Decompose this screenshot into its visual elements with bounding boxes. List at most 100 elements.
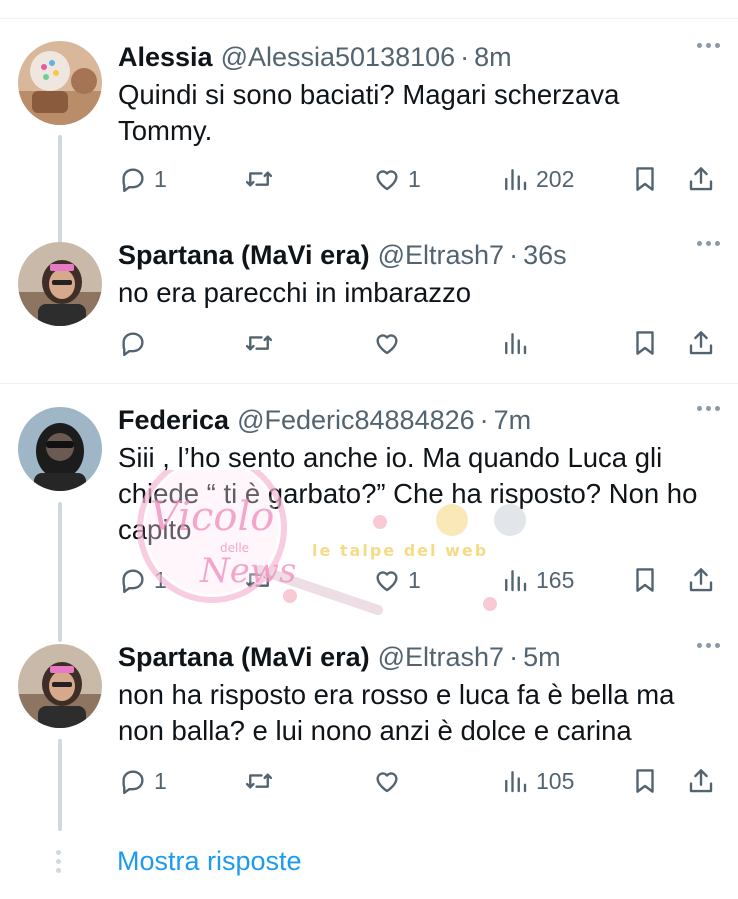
views-icon xyxy=(505,333,527,355)
bookmark-button[interactable] xyxy=(630,560,660,600)
author-handle[interactable]: @Eltrash7 xyxy=(378,240,504,271)
bookmark-button[interactable] xyxy=(630,323,660,363)
views-count: 105 xyxy=(536,767,575,794)
author-handle[interactable]: @Eltrash7 xyxy=(378,642,504,673)
share-icon xyxy=(689,331,713,355)
more-icon[interactable] xyxy=(697,241,720,246)
bookmark-icon xyxy=(636,769,654,793)
views-button[interactable]: 202 xyxy=(500,159,574,199)
retweet-icon xyxy=(245,572,273,588)
action-bar: 1 105 xyxy=(118,761,718,801)
thread-divider xyxy=(0,383,738,384)
author-name[interactable]: Spartana (MaVi era) xyxy=(118,642,370,673)
separator: · xyxy=(479,404,489,435)
separator: · xyxy=(460,41,470,72)
tweet-text: Quindi si sono baciati? Magari scherzava… xyxy=(118,79,620,146)
reply-button[interactable]: 1 xyxy=(118,761,167,801)
share-button[interactable] xyxy=(686,159,716,199)
share-icon xyxy=(689,167,713,191)
like-icon xyxy=(376,772,398,793)
like-count: 1 xyxy=(408,566,421,593)
reply-count: 1 xyxy=(154,767,167,794)
like-count: 1 xyxy=(408,165,421,192)
federica-avatar-image xyxy=(18,407,102,491)
retweet-button[interactable] xyxy=(244,560,280,600)
top-divider xyxy=(0,18,738,19)
bookmark-button[interactable] xyxy=(630,159,660,199)
alessia-avatar-image xyxy=(18,41,102,125)
views-count: 202 xyxy=(536,165,575,192)
reply-icon xyxy=(122,168,144,193)
tweet-header: Spartana (MaVi era) @Eltrash7 · 36s xyxy=(118,239,567,271)
retweet-icon xyxy=(245,335,273,351)
like-button[interactable]: 1 xyxy=(372,159,421,199)
views-button[interactable] xyxy=(500,323,536,363)
spartana-avatar-image xyxy=(18,242,102,326)
retweet-icon xyxy=(245,773,273,789)
retweet-button[interactable] xyxy=(244,159,280,199)
reply-count: 1 xyxy=(154,165,167,192)
timestamp[interactable]: 36s xyxy=(523,240,567,271)
timestamp[interactable]: 8m xyxy=(474,42,512,73)
avatar[interactable] xyxy=(18,41,102,125)
reply-button[interactable]: 1 xyxy=(118,560,167,600)
like-button[interactable]: 1 xyxy=(372,560,421,600)
retweet-button[interactable] xyxy=(244,761,280,801)
tweet-header: Federica @Federic84884826 · 7m xyxy=(118,404,531,436)
tweet-text: Siii , l’ho sento anche io. Ma quando Lu… xyxy=(118,442,698,545)
reply-icon xyxy=(122,332,144,357)
timestamp[interactable]: 7m xyxy=(494,405,532,436)
like-button[interactable] xyxy=(372,323,408,363)
share-button[interactable] xyxy=(686,560,716,600)
like-icon xyxy=(376,334,398,355)
tweet-text: non ha risposto era rosso e luca fa è be… xyxy=(118,679,675,746)
views-button[interactable]: 165 xyxy=(500,560,574,600)
retweet-button[interactable] xyxy=(244,323,280,363)
tweet-text: no era parecchi in imbarazzo xyxy=(118,277,472,308)
retweet-icon xyxy=(245,171,273,187)
author-handle[interactable]: @Alessia50138106 xyxy=(221,42,456,73)
avatar[interactable] xyxy=(18,644,102,728)
show-replies-row[interactable]: Mostra risposte xyxy=(0,836,738,888)
separator: · xyxy=(509,239,519,270)
author-name[interactable]: Alessia xyxy=(118,42,213,73)
separator: · xyxy=(509,641,519,672)
show-replies-link[interactable]: Mostra risposte xyxy=(117,846,302,877)
reply-button[interactable] xyxy=(118,323,154,363)
reply-button[interactable]: 1 xyxy=(118,159,167,199)
bookmark-icon xyxy=(636,167,654,191)
spartana-avatar-image xyxy=(18,644,102,728)
views-icon xyxy=(505,570,527,592)
avatar[interactable] xyxy=(18,242,102,326)
share-button[interactable] xyxy=(686,323,716,363)
more-icon[interactable] xyxy=(697,406,720,411)
like-icon xyxy=(376,571,398,592)
author-name[interactable]: Spartana (MaVi era) xyxy=(118,240,370,271)
bookmark-button[interactable] xyxy=(630,761,660,801)
views-count: 165 xyxy=(536,566,575,593)
like-icon xyxy=(376,170,398,191)
thread-line xyxy=(58,502,62,642)
more-icon[interactable] xyxy=(697,643,720,648)
reply-icon xyxy=(122,770,144,795)
share-icon xyxy=(689,769,713,793)
bookmark-icon xyxy=(636,568,654,592)
action-bar xyxy=(118,323,718,363)
author-handle[interactable]: @Federic84884826 xyxy=(237,405,475,436)
share-icon xyxy=(689,568,713,592)
like-button[interactable] xyxy=(372,761,408,801)
avatar[interactable] xyxy=(18,407,102,491)
views-icon xyxy=(505,169,527,191)
action-bar: 1 1 165 xyxy=(118,560,718,600)
views-button[interactable]: 105 xyxy=(500,761,574,801)
tweet-header: Alessia @Alessia50138106 · 8m xyxy=(118,41,512,73)
thread-line xyxy=(58,739,62,831)
action-bar: 1 1 202 xyxy=(118,159,718,199)
timestamp[interactable]: 5m xyxy=(523,642,561,673)
author-name[interactable]: Federica xyxy=(118,405,229,436)
more-icon[interactable] xyxy=(697,43,720,48)
share-button[interactable] xyxy=(686,761,716,801)
tweet-header: Spartana (MaVi era) @Eltrash7 · 5m xyxy=(118,641,561,673)
bookmark-icon xyxy=(636,331,654,355)
views-icon xyxy=(505,771,527,793)
